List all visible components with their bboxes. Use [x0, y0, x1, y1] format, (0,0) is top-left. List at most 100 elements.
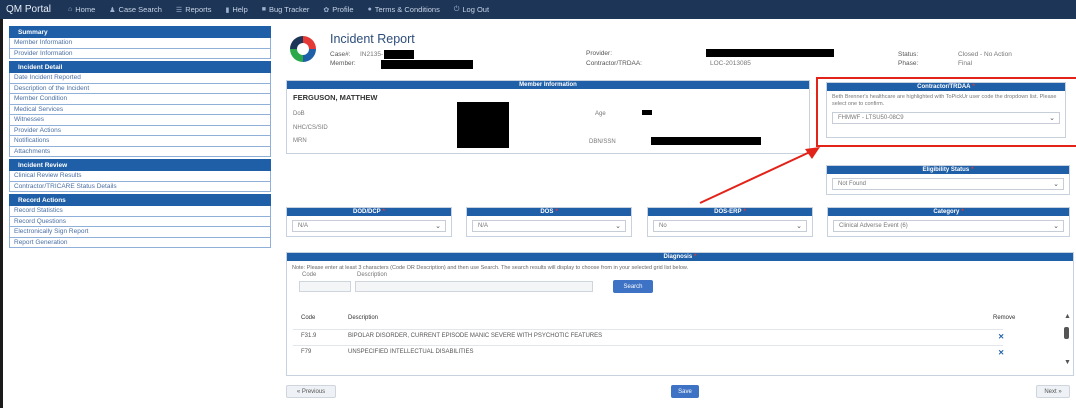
- eligibility-status-select[interactable]: Not Found ⌄: [832, 178, 1064, 190]
- sidebar-item-description-of-the-incident[interactable]: Description of the Incident: [9, 83, 271, 94]
- code-input[interactable]: [299, 281, 351, 292]
- table-row: F31.9 BIPOLAR DISORDER, CURRENT EPISODE …: [293, 329, 1004, 344]
- chevron-down-icon: ⌄: [435, 223, 441, 230]
- dropdown-header: DOD/DCP: [352, 209, 381, 215]
- main-panel: Incident Report Case#: IN2135- Member: P…: [278, 19, 1076, 408]
- dropdown-selected-value: Clinical Adverse Event (6): [839, 223, 908, 229]
- diagnosis-description: UNSPECIFIED INTELLECTUAL DISABILITIES: [348, 349, 474, 355]
- nav-item-label: Bug Tracker: [268, 5, 310, 14]
- dropdown-panel-dos: DOS * N/A ⌄: [466, 207, 632, 237]
- ssn-label: DBN/SSN: [589, 139, 616, 145]
- sidebar-item-member-information[interactable]: Member Information: [9, 38, 271, 49]
- sidebar-item-record-statistics[interactable]: Record Statistics: [9, 206, 271, 217]
- info-icon: ●: [367, 6, 372, 13]
- dropdown-panel-dos-erp: DOS-ERP * No ⌄: [647, 207, 813, 237]
- sidebar-item-member-condition[interactable]: Member Condition: [9, 94, 271, 105]
- scroll-up-icon[interactable]: ▲: [1064, 313, 1071, 320]
- remove-icon[interactable]: ✕: [998, 348, 1004, 357]
- case-label: Case#:: [330, 51, 351, 58]
- sidebar-section-header[interactable]: Record Actions: [9, 194, 271, 206]
- dropdown-header: Category: [933, 209, 960, 215]
- sidebar-item-report-generation[interactable]: Report Generation: [9, 237, 271, 248]
- scrollbar-thumb[interactable]: [1064, 327, 1069, 339]
- sidebar-item-medical-services[interactable]: Medical Services: [9, 104, 271, 115]
- nav-item-home[interactable]: ⌂ Home: [61, 5, 102, 14]
- sidebar-section-header[interactable]: Summary: [9, 26, 271, 38]
- nav-item-label: Reports: [185, 5, 212, 14]
- nav-item-bug-tracker[interactable]: ■ Bug Tracker: [255, 5, 317, 14]
- nav-item-help[interactable]: ▮ Help: [218, 5, 254, 14]
- sidebar-item-provider-actions[interactable]: Provider Actions: [9, 125, 271, 136]
- required-asterisk: *: [382, 209, 385, 215]
- diagnosis-panel: Diagnosis * Note: Please enter at least 3…: [286, 252, 1074, 376]
- case-number: IN2135-: [360, 51, 384, 58]
- sidebar-item-notifications[interactable]: Notifications: [9, 136, 271, 147]
- nav-item-log-out[interactable]: ⏻ Log Out: [447, 5, 496, 14]
- sidebar-item-witnesses[interactable]: Witnesses: [9, 115, 271, 126]
- nav-item-profile[interactable]: ✿ Profile: [316, 5, 360, 14]
- diagnosis-code: F79: [301, 349, 312, 355]
- dropdown-select[interactable]: N/A ⌄: [472, 220, 626, 232]
- chevron-down-icon: ⌄: [1053, 223, 1059, 230]
- column-header-code: Code: [301, 315, 316, 321]
- dropdown-header: DOS-ERP: [714, 209, 742, 215]
- sidebar-item-contractor-tricare-status-details[interactable]: Contractor/TRICARE Status Details: [9, 181, 271, 192]
- mrn-label: MRN: [293, 138, 307, 144]
- book-icon: ▮: [225, 6, 230, 14]
- nav-item-terms-conditions[interactable]: ● Terms & Conditions: [361, 5, 447, 14]
- phase-label: Phase:: [898, 60, 919, 67]
- description-input[interactable]: [355, 281, 593, 292]
- sidebar-section-header[interactable]: Incident Detail: [9, 61, 271, 73]
- save-button[interactable]: Save: [671, 385, 699, 398]
- column-header-description: Description: [348, 315, 379, 321]
- sidebar-item-record-questions[interactable]: Record Questions: [9, 216, 271, 227]
- required-asterisk: *: [971, 167, 974, 173]
- dropdown-panel-dod-dcp: DOD/DCP * N/A ⌄: [286, 207, 452, 237]
- dob-label: DoB: [293, 111, 305, 117]
- sidebar-item-clinical-review-results[interactable]: Clinical Review Results: [9, 171, 271, 182]
- nav-item-label: Home: [75, 5, 96, 14]
- next-button[interactable]: Next »: [1036, 385, 1070, 398]
- eligibility-status-panel: Eligibility Status * Not Found ⌄: [826, 165, 1070, 195]
- sidebar-item-attachments[interactable]: Attachments: [9, 146, 271, 157]
- dropdown-header: DOS: [540, 209, 554, 215]
- dropdown-select[interactable]: Clinical Adverse Event (6) ⌄: [833, 220, 1064, 232]
- status-value: Closed - No Action: [958, 51, 1012, 58]
- sid-label: NHC/CS/SID: [293, 125, 328, 131]
- description-label: Description: [357, 272, 388, 278]
- nav-item-case-search[interactable]: ♟ Case Search: [102, 5, 169, 14]
- required-asterisk: *: [961, 209, 964, 215]
- required-asterisk: *: [555, 209, 558, 215]
- home-icon: ⌂: [68, 6, 73, 13]
- user-icon: ♟: [109, 6, 116, 14]
- contractor-value: LOC-2013085: [710, 60, 751, 67]
- page-title: Incident Report: [330, 32, 415, 46]
- previous-button[interactable]: « Previous: [286, 385, 336, 398]
- remove-icon[interactable]: ✕: [998, 332, 1004, 341]
- redacted-age: [642, 110, 652, 115]
- nav-item-label: Help: [232, 5, 248, 14]
- app-title[interactable]: QM Portal: [0, 4, 61, 15]
- top-navigation-bar: QM Portal ⌂ Home ♟ Case Search ☰ Reports ▮ Help…: [0, 0, 1076, 19]
- search-button[interactable]: Search: [613, 280, 653, 293]
- member-label: Member:: [330, 60, 356, 67]
- provider-label: Provider:: [586, 50, 613, 57]
- sidebar-item-electronically-sign-report[interactable]: Electronically Sign Report: [9, 227, 271, 238]
- redacted-member-details: [457, 102, 509, 148]
- sidebar-section-header[interactable]: Incident Review: [9, 159, 271, 171]
- chevron-down-icon: ⌄: [1053, 181, 1059, 188]
- nav-item-label: Terms & Conditions: [374, 5, 440, 14]
- sidebar-item-provider-information[interactable]: Provider Information: [9, 48, 271, 59]
- dropdown-selected-value: N/A: [478, 223, 489, 229]
- highlight-annotation-box: [816, 77, 1076, 147]
- table-scrollbar[interactable]: ▲ ▼: [1063, 313, 1071, 371]
- code-label: Code: [302, 272, 317, 278]
- dropdown-selected-value: N/A: [298, 223, 309, 229]
- dropdown-select[interactable]: No ⌄: [653, 220, 807, 232]
- nav-item-label: Case Search: [118, 5, 162, 14]
- dropdown-select[interactable]: N/A ⌄: [292, 220, 446, 232]
- scroll-down-icon[interactable]: ▼: [1064, 359, 1071, 366]
- sidebar-item-date-incident-reported[interactable]: Date Incident Reported: [9, 73, 271, 84]
- nav-item-reports[interactable]: ☰ Reports: [169, 5, 219, 14]
- diagnosis-table: Code Description Remove F31.9 BIPOLAR DI…: [293, 313, 1071, 373]
